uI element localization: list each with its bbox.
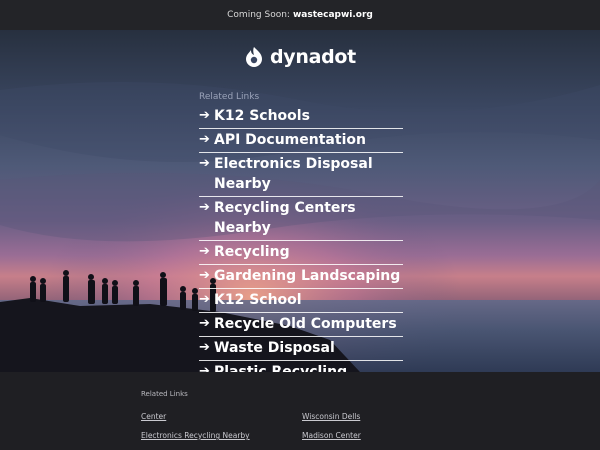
arrow-right-icon: ➔ bbox=[199, 364, 210, 372]
arrow-right-icon: ➔ bbox=[199, 340, 210, 355]
coming-soon-label: Coming Soon: bbox=[227, 10, 290, 20]
footer-link[interactable]: Center bbox=[141, 412, 166, 421]
related-links-list: ➔ K12 Schools ➔ API Documentation ➔ Electro… bbox=[199, 105, 403, 372]
arrow-right-icon: ➔ bbox=[199, 292, 210, 307]
related-link-item: ➔ Recycling Centers Nearby bbox=[199, 197, 403, 241]
related-links-heading: Related Links bbox=[199, 92, 260, 102]
related-link-item: ➔ Recycle Old Computers bbox=[199, 313, 403, 337]
related-link-item: ➔ Plastic Recycling bbox=[199, 361, 403, 372]
arrow-right-icon: ➔ bbox=[199, 316, 210, 331]
related-link[interactable]: Recycle Old Computers bbox=[214, 314, 397, 334]
hero-background: dynadot Related Links ➔ K12 Schools ➔ API … bbox=[0, 30, 600, 372]
related-link[interactable]: Waste Disposal bbox=[214, 338, 335, 358]
footer-link[interactable]: Electronics Recycling Nearby bbox=[141, 431, 250, 440]
footer: Related Links Center Wisconsin Dells Ele… bbox=[0, 372, 600, 450]
related-link[interactable]: API Documentation bbox=[214, 130, 366, 150]
related-link-item: ➔ Gardening Landscaping bbox=[199, 265, 403, 289]
related-link-item: ➔ Waste Disposal bbox=[199, 337, 403, 361]
arrow-right-icon: ➔ bbox=[199, 268, 210, 283]
arrow-right-icon: ➔ bbox=[199, 156, 210, 171]
dynadot-logo[interactable]: dynadot bbox=[0, 46, 600, 68]
related-link-item: ➔ Electronics Disposal Nearby bbox=[199, 153, 403, 197]
related-links-panel: Related Links ➔ K12 Schools ➔ API Document… bbox=[199, 92, 403, 372]
footer-link[interactable]: Madison Center bbox=[302, 431, 361, 440]
domain-name: wastecapwi.org bbox=[292, 10, 373, 20]
coming-soon-bar: Coming Soon: wastecapwi.org bbox=[0, 0, 600, 30]
arrow-right-icon: ➔ bbox=[199, 108, 210, 123]
related-link[interactable]: Gardening Landscaping bbox=[214, 266, 400, 286]
arrow-right-icon: ➔ bbox=[199, 200, 210, 215]
footer-related-links-heading: Related Links bbox=[141, 390, 188, 398]
related-link[interactable]: Plastic Recycling bbox=[214, 362, 347, 372]
arrow-right-icon: ➔ bbox=[199, 132, 210, 147]
related-link-item: ➔ Recycling bbox=[199, 241, 403, 265]
arrow-right-icon: ➔ bbox=[199, 244, 210, 259]
related-link[interactable]: Recycling bbox=[214, 242, 290, 262]
related-link-item: ➔ K12 Schools bbox=[199, 105, 403, 129]
related-link[interactable]: Electronics Disposal Nearby bbox=[214, 154, 403, 194]
related-link-item: ➔ API Documentation bbox=[199, 129, 403, 153]
related-link[interactable]: K12 Schools bbox=[214, 106, 310, 126]
related-link[interactable]: K12 School bbox=[214, 290, 302, 310]
logo-text: dynadot bbox=[270, 46, 356, 68]
footer-link[interactable]: Wisconsin Dells bbox=[302, 412, 360, 421]
related-link[interactable]: Recycling Centers Nearby bbox=[214, 198, 403, 238]
dynadot-flame-icon bbox=[246, 47, 262, 67]
related-link-item: ➔ K12 School bbox=[199, 289, 403, 313]
